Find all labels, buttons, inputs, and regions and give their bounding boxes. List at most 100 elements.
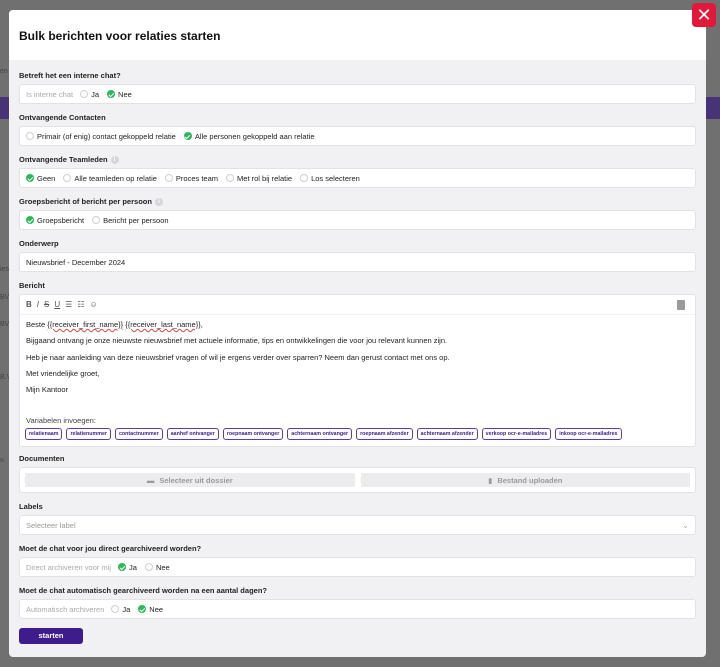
template-icon[interactable]: [677, 300, 685, 310]
bullet-list-icon[interactable]: ☰: [65, 300, 72, 309]
modal-header: Bulk berichten voor relaties starten: [9, 10, 706, 60]
subject-input[interactable]: Nieuwsbrief - December 2024: [19, 252, 696, 272]
variable-chip[interactable]: achternaam ontvanger: [287, 428, 353, 440]
team-option-all[interactable]: Alle teamleden op relatie: [63, 174, 157, 183]
archive-direct-option-nee[interactable]: Nee: [144, 563, 170, 572]
radio-icon: [300, 174, 309, 182]
check-circle-icon: [183, 132, 192, 140]
radio-icon: [144, 563, 153, 571]
group-message-heading: Groepsbericht of bericht per persoon i: [19, 196, 696, 208]
info-icon[interactable]: i: [154, 198, 163, 206]
editor-toolbar: B I S U ☰ ☷ ☺: [20, 295, 695, 315]
variable-chip[interactable]: roepnaam ontvanger: [222, 428, 284, 440]
background-text: en: [0, 68, 8, 75]
team-members-label: Ontvangende Teamleden: [19, 155, 108, 164]
folder-icon: ▬: [146, 475, 155, 485]
message-line: Heb je naar aanleiding van deze nieuwsbr…: [26, 352, 450, 362]
italic-icon[interactable]: I: [37, 300, 39, 309]
start-button[interactable]: starten: [19, 628, 83, 644]
check-circle-icon: [138, 605, 147, 613]
variables-list: relatienaam relatienummer contactnummer …: [25, 428, 622, 440]
recipients-label: Ontvangende Contacten: [19, 113, 106, 122]
emoji-icon[interactable]: ☺: [89, 300, 97, 309]
internal-chat-field: Is interne chat Ja Nee: [19, 84, 696, 104]
variable-chip[interactable]: contactnummer: [114, 428, 163, 440]
subject-value: Nieuwsbrief - December 2024: [26, 257, 126, 267]
bulk-message-modal: Bulk berichten voor relaties starten Bet…: [9, 10, 706, 657]
subject-label: Onderwerp: [19, 239, 59, 248]
archive-auto-option-ja[interactable]: Ja: [111, 605, 130, 614]
team-option-none[interactable]: Geen: [26, 174, 55, 183]
background-text: ies: [0, 266, 9, 273]
archive-auto-field: Automatisch archiveren Ja Nee: [19, 599, 696, 619]
variable-chip[interactable]: relatienaam: [25, 428, 63, 440]
radio-icon: [63, 174, 72, 182]
close-icon: ✕: [696, 5, 712, 25]
labels-placeholder: Selecteer label: [26, 520, 76, 530]
archive-auto-option-nee[interactable]: Nee: [138, 605, 163, 614]
message-label: Bericht: [19, 281, 45, 290]
radio-icon: [111, 605, 120, 613]
archive-auto-prefix: Automatisch archiveren: [26, 604, 105, 614]
variable-chip[interactable]: verkoop ocr-e-mailadres: [481, 428, 552, 440]
labels-label: Labels: [19, 502, 43, 511]
recipients-field: Primair (of enig) contact gekoppeld rela…: [19, 126, 696, 146]
upload-file-button[interactable]: ▮ Bestand uploaden: [360, 473, 690, 487]
variable-chip[interactable]: roepnaam afzender: [356, 428, 413, 440]
select-from-dossier-button[interactable]: ▬ Selecteer uit dossier: [25, 473, 355, 487]
message-editor: B I S U ☰ ☷ ☺ Beste {{receiver_first_nam…: [19, 294, 696, 447]
radio-icon: [164, 174, 173, 182]
group-message-field: Groepsbericht Bericht per persoon: [19, 210, 696, 230]
variable-chip[interactable]: inkoop ocr-e-mailadres: [555, 428, 622, 440]
recipients-option-all[interactable]: Alle personen gekoppeld aan relatie: [183, 132, 315, 141]
internal-chat-option-ja[interactable]: Ja: [80, 90, 99, 99]
message-textarea[interactable]: Beste {{receiver_first_name}} {{receiver…: [20, 315, 695, 394]
team-members-heading: Ontvangende Teamleden i: [19, 154, 696, 166]
team-option-select[interactable]: Los selecteren: [300, 174, 360, 183]
variable-token: {{receiver_first_name}}: [47, 320, 124, 329]
documents-field: ▬ Selecteer uit dossier ▮ Bestand uploaden: [19, 467, 696, 493]
team-option-process[interactable]: Proces team: [164, 174, 218, 183]
modal-title: Bulk berichten voor relaties starten: [19, 29, 221, 43]
check-circle-icon: [107, 90, 116, 98]
radio-icon: [26, 132, 34, 140]
group-option-group[interactable]: Groepsbericht: [26, 216, 84, 225]
variable-chip[interactable]: achternaam afzender: [416, 428, 478, 440]
underline-icon[interactable]: U: [54, 300, 60, 309]
archive-direct-option-ja[interactable]: Ja: [118, 563, 137, 572]
group-message-label: Groepsbericht of bericht per persoon: [19, 197, 152, 206]
group-option-per-person[interactable]: Bericht per persoon: [92, 216, 169, 225]
message-line: Bijgaand ontvang je onze nieuwste nieuws…: [26, 336, 448, 346]
recipients-option-primary[interactable]: Primair (of enig) contact gekoppeld rela…: [26, 132, 176, 141]
team-option-role[interactable]: Met rol bij relatie: [226, 174, 292, 183]
archive-direct-field: Direct archiveren voor mij Ja Nee: [19, 557, 696, 577]
archive-direct-label: Moet de chat voor jou direct gearchiveer…: [19, 544, 202, 553]
message-line: Mijn Kantoor: [26, 385, 69, 395]
check-circle-icon: [26, 174, 34, 182]
variable-chip[interactable]: aanhef ontvanger: [166, 428, 219, 440]
labels-select[interactable]: Selecteer label ⌄: [19, 515, 696, 535]
check-circle-icon: [26, 216, 34, 224]
file-icon: ▮: [488, 475, 493, 485]
internal-chat-option-nee[interactable]: Nee: [107, 90, 132, 99]
internal-chat-prefix: Is interne chat: [26, 89, 74, 99]
internal-chat-label: Betreft het een interne chat?: [19, 71, 121, 80]
archive-auto-label: Moet de chat automatisch gearchiveerd wo…: [19, 586, 267, 595]
chevron-down-icon: ⌄: [682, 520, 689, 530]
bold-icon[interactable]: B: [26, 300, 32, 309]
numbered-list-icon[interactable]: ☷: [77, 300, 84, 309]
variable-token: {{receiver_last_name}}: [125, 320, 201, 329]
info-icon[interactable]: i: [110, 156, 119, 164]
message-line: Met vriendelijke groet,: [26, 368, 100, 378]
close-button[interactable]: ✕: [692, 3, 716, 27]
background-text: BV: [0, 294, 10, 301]
background-text: v.: [0, 457, 5, 464]
variables-label: Variabelen invoegen:: [26, 416, 96, 425]
modal-body: Betreft het een interne chat? Is interne…: [9, 60, 706, 644]
strikethrough-icon[interactable]: S: [44, 300, 49, 309]
radio-icon: [226, 174, 235, 182]
variable-chip[interactable]: relatienummer: [66, 428, 111, 440]
documents-label: Documenten: [19, 454, 65, 463]
background-text: BV: [0, 321, 10, 328]
check-circle-icon: [118, 563, 127, 571]
